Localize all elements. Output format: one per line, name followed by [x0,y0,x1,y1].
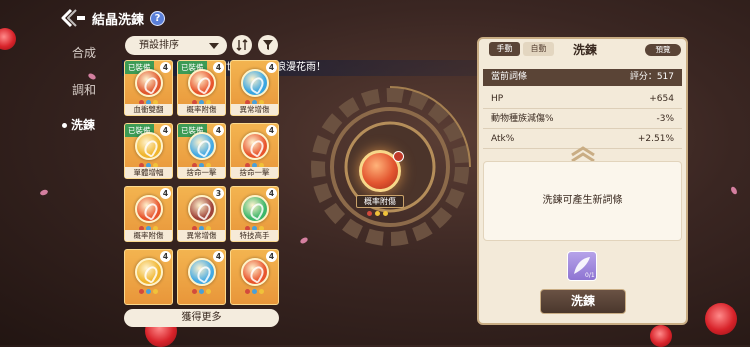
refine-button[interactable]: 洗鍊 [540,289,626,314]
crystal-label: 異常增傷 [178,230,225,241]
crystal-count: 4 [266,125,277,136]
crystal-count: 4 [213,125,224,136]
crystal-icon [135,69,163,97]
tab-manual[interactable]: 手動 [489,42,520,56]
sort-order-icon [236,39,248,51]
crystal-count: 4 [266,188,277,199]
crystal-count: 4 [160,125,171,136]
crystal-card[interactable]: 4 異常增傷 [230,60,279,116]
header-bar: 結晶洗鍊 ? [60,6,166,30]
panel-title: 洗鍊 [572,43,597,57]
crystal-icon [188,132,216,160]
crystal-dots [192,289,211,294]
get-more-button[interactable]: 獲得更多 [124,309,279,327]
back-icon[interactable] [60,7,86,29]
crystal-card[interactable]: 已裝備 4 單體增幅 [124,123,173,179]
crystal-label: 單體增幅 [125,167,172,178]
filter-icon [263,40,273,50]
rose-decoration [705,303,737,335]
crystal-card[interactable]: 4 [230,249,279,305]
crystal-card[interactable]: 4 [177,249,226,305]
rose-decoration [650,325,672,347]
crystal-icon [188,69,216,97]
crystal-label: 捨命一擊 [231,167,278,178]
crystal-label: 概率附傷 [125,230,172,241]
crystal-card[interactable]: 4 捨命一擊 [230,123,279,179]
dot-icon [367,211,372,216]
stat-row: HP +654 [483,90,682,109]
crystal-icon [241,258,269,286]
crystal-card[interactable]: 3 異常增傷 [177,186,226,242]
tab-auto[interactable]: 自動 [523,42,554,56]
crystal-icon [241,132,269,160]
mode-tabs: 手動 自動 [489,42,554,56]
crystal-dots [245,289,264,294]
crystal-dots [139,289,158,294]
stat-row: 動物種族減傷% -3% [483,110,682,129]
sort-order-button[interactable] [232,35,252,55]
crystal-count: 3 [213,188,224,199]
crystal-count: 4 [266,62,277,73]
crystal-label: 捨命一擊 [178,167,225,178]
crystal-card[interactable]: 已裝備 4 捨命一擊 [177,123,226,179]
crystal-label: 特技高手 [231,230,278,241]
crystal-icon [188,195,216,223]
crystal-icon [241,69,269,97]
crystal-count: 4 [160,188,171,199]
crystal-card[interactable]: 已裝備 4 血衝雙翻 [124,60,173,116]
help-icon[interactable]: ? [150,10,166,26]
crystal-count: 4 [160,251,171,262]
crystal-count: 4 [213,62,224,73]
crystal-label: 異常增傷 [231,104,278,115]
material-count: 0/1 [585,272,595,279]
crystal-count: 4 [266,251,277,262]
active-indicator [62,123,67,128]
remove-crystal-icon[interactable] [393,151,404,162]
crystal-grid: 已裝備 4 血衝雙翻 已裝備 4 概率附傷 4 異常增傷 已裝備 4 單體增幅 已裝備 4 捨命一擊 4 捨命… [124,58,279,305]
dot-icon [383,211,388,216]
crystal-icon [188,258,216,286]
current-attributes-header: 當前詞條 評分：517 [483,69,682,86]
preview-button[interactable]: 預覽 [645,44,681,56]
crystal-icon [241,195,269,223]
crystal-icon [135,132,163,160]
selected-crystal-dots [367,211,388,216]
petal-decoration [39,188,49,197]
chevron-down-icon [209,43,219,49]
nav-item-blend[interactable]: 調和 [72,81,132,98]
current-attributes-label: 當前詞條 [491,72,528,82]
nav-item-refine[interactable]: 洗鍊 [62,116,122,133]
petal-decoration [729,185,739,196]
petal-decoration [87,72,97,81]
page-title: 結晶洗鍊 [92,12,145,28]
crystal-card[interactable]: 4 [124,249,173,305]
crystal-label: 概率附傷 [178,104,225,115]
crystal-icon [135,258,163,286]
nav-item-synthesis[interactable]: 合成 [72,44,132,61]
selected-crystal-label: 概率附傷 [356,195,404,208]
crystal-icon [135,195,163,223]
crystal-label: 血衝雙翻 [125,104,172,115]
crystal-card[interactable]: 已裝備 4 概率附傷 [177,60,226,116]
refine-description: 洗鍊可產生新詞條 [483,161,682,241]
crystal-card[interactable]: 4 特技高手 [230,186,279,242]
crystal-card[interactable]: 4 概率附傷 [124,186,173,242]
crystal-count: 4 [160,62,171,73]
filter-button[interactable] [258,35,278,55]
dot-icon [375,211,380,216]
sort-dropdown[interactable]: 預設排序 [125,36,227,55]
score-label: 評分：517 [629,72,674,82]
rose-decoration [0,28,16,50]
crystal-count: 4 [213,251,224,262]
